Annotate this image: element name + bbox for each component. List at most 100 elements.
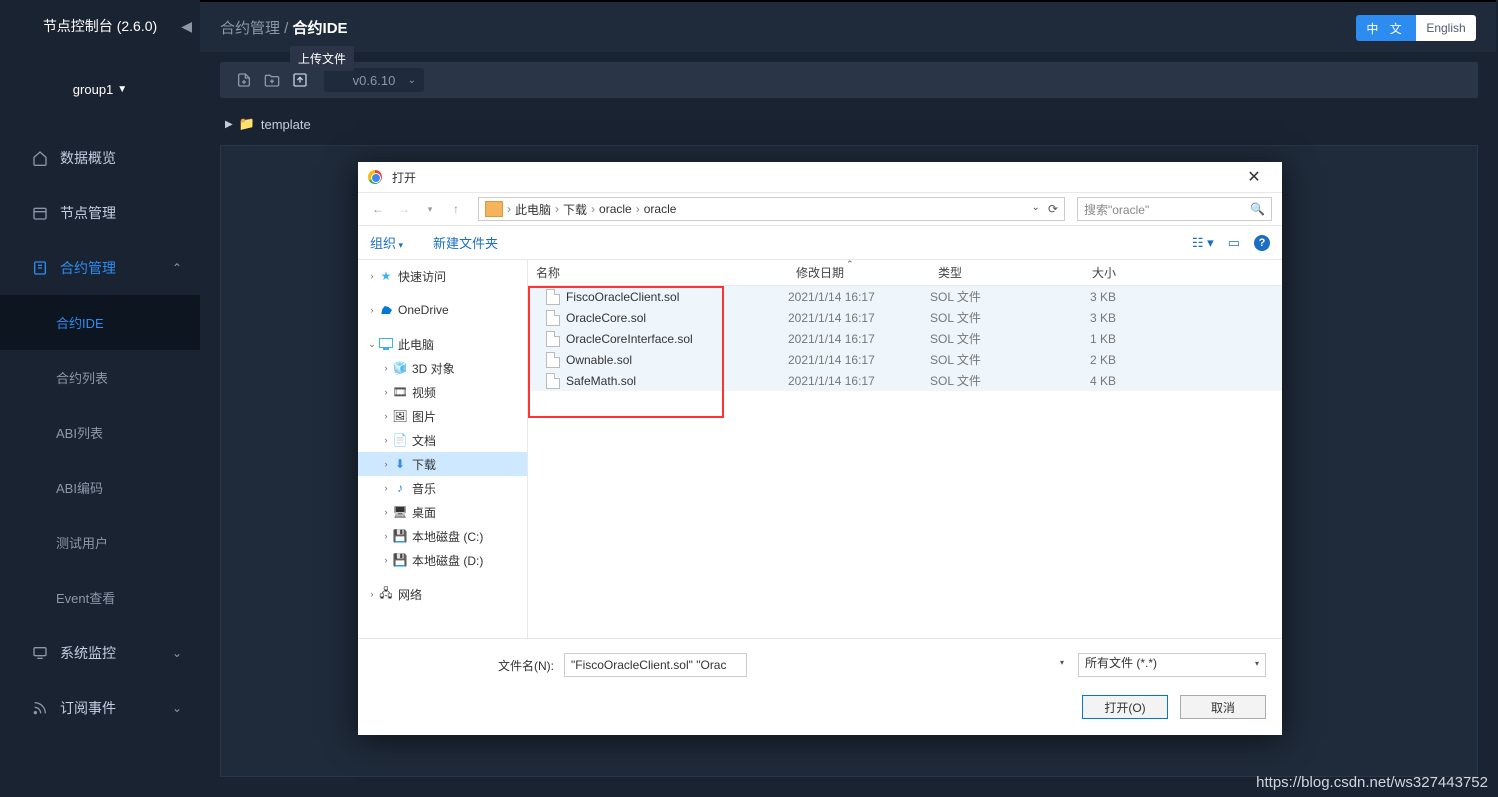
file-name: FiscoOracleClient.sol	[566, 290, 679, 304]
nav-recent-icon[interactable]: ▾	[420, 199, 440, 219]
nav-contract-list[interactable]: 合约列表	[0, 350, 200, 405]
search-placeholder: 搜索"oracle"	[1084, 201, 1149, 218]
console-title: 节点控制台 (2.6.0)	[43, 16, 157, 36]
path-dropdown-icon[interactable]: ⌄	[1032, 202, 1040, 216]
lang-zh-button[interactable]: 中 文	[1356, 15, 1416, 41]
file-row[interactable]: FiscoOracleClient.sol2021/1/14 16:17SOL …	[528, 286, 1282, 307]
group-selector[interactable]: group1 ▼	[0, 64, 200, 114]
compiler-version-select[interactable]: v0.6.10 ⌄	[324, 68, 424, 92]
nav-system-monitor[interactable]: 系统监控 ⌄	[0, 625, 200, 680]
file-icon	[546, 289, 560, 305]
side-documents[interactable]: ›📄文档	[358, 428, 527, 452]
nav-forward-icon[interactable]: →	[394, 199, 414, 219]
file-size: 3 KB	[1048, 311, 1124, 325]
file-list: 名称 修改日期 类型 大小 ⌃ FiscoOracleClient.sol202…	[528, 260, 1282, 638]
nav-contract-ide[interactable]: 合约IDE	[0, 295, 200, 350]
chevron-down-icon: ⌄	[172, 701, 182, 715]
help-icon[interactable]: ?	[1254, 235, 1270, 251]
file-row[interactable]: OracleCore.sol2021/1/14 16:17SOL 文件3 KB	[528, 307, 1282, 328]
search-icon: 🔍	[1250, 202, 1265, 216]
nav-node-manage[interactable]: 节点管理	[0, 185, 200, 240]
nav-data-overview[interactable]: 数据概览	[0, 130, 200, 185]
folder-icon	[485, 201, 503, 217]
side-music[interactable]: ›♪音乐	[358, 476, 527, 500]
collapse-sidebar-icon[interactable]: ◀	[181, 18, 192, 35]
side-videos[interactable]: ›🎞视频	[358, 380, 527, 404]
left-nav: 数据概览 节点管理 合约管理 ⌃ 合约IDE 合约列表 ABI列表 ABI编码 …	[0, 130, 200, 735]
refresh-icon[interactable]: ⟳	[1048, 202, 1058, 216]
file-date: 2021/1/14 16:17	[788, 311, 930, 325]
side-disk-c[interactable]: ›💾本地磁盘 (C:)	[358, 524, 527, 548]
col-type[interactable]: 类型	[930, 264, 1048, 281]
side-disk-d[interactable]: ›💾本地磁盘 (D:)	[358, 548, 527, 572]
side-quick-access[interactable]: ›★快速访问	[358, 264, 527, 288]
file-size: 1 KB	[1048, 332, 1124, 346]
new-folder-link[interactable]: 新建文件夹	[433, 233, 498, 252]
file-tree: ▶ 📁 template	[225, 108, 1478, 140]
filename-dropdown-icon[interactable]: ▾	[1060, 658, 1064, 667]
cancel-button[interactable]: 取消	[1180, 695, 1266, 719]
file-row[interactable]: Ownable.sol2021/1/14 16:17SOL 文件2 KB	[528, 349, 1282, 370]
col-name[interactable]: 名称	[528, 264, 788, 281]
nav-subscribe[interactable]: 订阅事件 ⌄	[0, 680, 200, 735]
chevron-up-icon: ⌃	[172, 261, 182, 275]
filename-label: 文件名(N):	[374, 657, 554, 674]
file-type: SOL 文件	[930, 288, 1048, 305]
nav-back-icon[interactable]: ←	[368, 199, 388, 219]
language-switch: 中 文 English	[1356, 15, 1476, 41]
ide-toolbar: v0.6.10 ⌄	[220, 62, 1478, 98]
side-pictures[interactable]: ›🖼图片	[358, 404, 527, 428]
view-mode-icon[interactable]: ☷ ▾	[1192, 235, 1214, 251]
file-row[interactable]: SafeMath.sol2021/1/14 16:17SOL 文件4 KB	[528, 370, 1282, 391]
side-desktop[interactable]: ›🖥桌面	[358, 500, 527, 524]
breadcrumb-current: 合约IDE	[293, 20, 348, 37]
new-folder-icon[interactable]	[258, 66, 286, 94]
nav-test-user[interactable]: 测试用户	[0, 515, 200, 570]
dialog-navbar: ← → ▾ ↑ › 此电脑› 下载› oracle› oracle ⌄ ⟳ 搜索…	[358, 192, 1282, 226]
dialog-footer: 文件名(N): ▾ 所有文件 (*.*) ▾ 打开(O) 取消	[358, 638, 1282, 735]
search-input[interactable]: 搜索"oracle" 🔍	[1077, 197, 1272, 221]
file-icon	[546, 331, 560, 347]
close-icon[interactable]: ✕	[1236, 163, 1272, 191]
lang-en-button[interactable]: English	[1416, 15, 1476, 41]
file-row[interactable]: OracleCoreInterface.sol2021/1/14 16:17SO…	[528, 328, 1282, 349]
tree-folder-template[interactable]: ▶ 📁 template	[225, 108, 1478, 140]
filename-input[interactable]	[564, 653, 747, 677]
file-size: 4 KB	[1048, 374, 1124, 388]
organize-menu[interactable]: 组织	[370, 233, 403, 252]
path-seg-pc[interactable]: 此电脑	[515, 201, 551, 218]
path-seg-downloads[interactable]: 下载	[563, 201, 587, 218]
breadcrumb: 合约管理 / 合约IDE	[220, 17, 348, 38]
nav-abi-list[interactable]: ABI列表	[0, 405, 200, 460]
file-size: 3 KB	[1048, 290, 1124, 304]
nav-event-view[interactable]: Event查看	[0, 570, 200, 625]
path-seg-oracle2[interactable]: oracle	[644, 202, 677, 216]
file-name: Ownable.sol	[566, 353, 632, 367]
open-button[interactable]: 打开(O)	[1082, 695, 1168, 719]
nav-up-icon[interactable]: ↑	[446, 199, 466, 219]
chrome-icon	[368, 170, 382, 184]
side-onedrive[interactable]: ›OneDrive	[358, 298, 527, 322]
file-name: OracleCore.sol	[566, 311, 646, 325]
side-3d-objects[interactable]: ›🧊3D 对象	[358, 356, 527, 380]
nav-abi-encode[interactable]: ABI编码	[0, 460, 200, 515]
side-this-pc[interactable]: ⌄此电脑	[358, 332, 527, 356]
file-type: SOL 文件	[930, 330, 1048, 347]
file-date: 2021/1/14 16:17	[788, 353, 930, 367]
nav-contract-manage[interactable]: 合约管理 ⌃	[0, 240, 200, 295]
col-modified[interactable]: 修改日期	[788, 264, 930, 281]
new-file-icon[interactable]	[230, 66, 258, 94]
preview-pane-icon[interactable]: ▭	[1228, 235, 1240, 251]
file-type: SOL 文件	[930, 351, 1048, 368]
path-seg-oracle1[interactable]: oracle	[599, 202, 632, 216]
col-size[interactable]: 大小	[1048, 264, 1124, 281]
chevron-down-icon: ⌄	[172, 646, 182, 660]
upload-tooltip: 上传文件	[290, 46, 354, 71]
dialog-title: 打开	[392, 169, 416, 186]
filetype-select[interactable]: 所有文件 (*.*) ▾	[1078, 653, 1266, 677]
side-downloads[interactable]: ›⬇下载	[358, 452, 527, 476]
breadcrumb-parent[interactable]: 合约管理	[220, 20, 280, 37]
path-bar[interactable]: › 此电脑› 下载› oracle› oracle ⌄ ⟳	[478, 197, 1065, 221]
file-type: SOL 文件	[930, 372, 1048, 389]
side-network[interactable]: ›🖧网络	[358, 582, 527, 606]
